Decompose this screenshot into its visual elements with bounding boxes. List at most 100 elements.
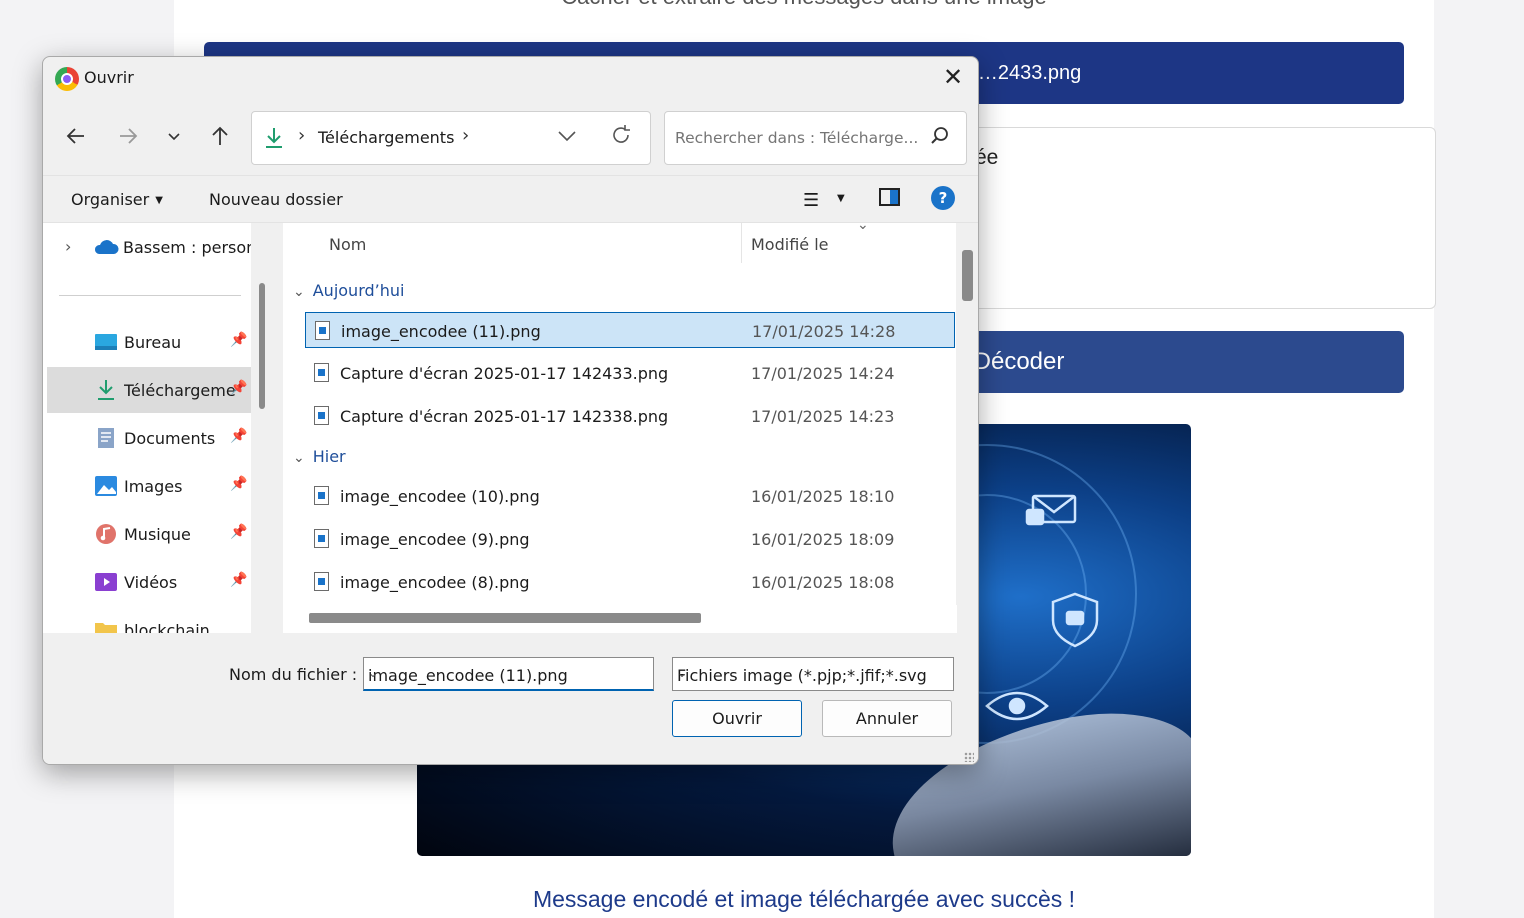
pin-icon[interactable]: 📌 <box>230 476 247 492</box>
vertical-scrollbar[interactable] <box>962 250 973 301</box>
music-icon <box>96 524 116 544</box>
sidebar-item-label: Documents <box>124 429 216 448</box>
file-row[interactable]: image_encodee (8).png 16/01/2025 18:08 <box>305 564 955 600</box>
forward-arrow-icon[interactable] <box>111 119 145 153</box>
page-subtitle: Cacher et extraire des messages dans une… <box>174 0 1434 10</box>
folder-icon <box>95 623 117 633</box>
file-button-label: d…2433.png <box>966 61 1082 84</box>
search-box[interactable] <box>664 111 967 165</box>
recent-locations-chevron-icon[interactable] <box>157 119 191 153</box>
desktop-icon <box>95 334 117 350</box>
up-arrow-icon[interactable] <box>203 119 237 153</box>
sidebar-item-documents[interactable]: Documents 📌 <box>47 415 251 461</box>
refresh-icon[interactable] <box>610 124 632 152</box>
image-file-icon <box>315 321 330 340</box>
search-icon[interactable] <box>930 126 950 150</box>
address-dropdown-icon[interactable] <box>557 128 577 147</box>
close-icon[interactable]: ✕ <box>940 65 966 91</box>
group-header-today[interactable]: ⌄ Aujourd’hui <box>293 281 404 300</box>
chevron-down-icon[interactable]: ⌄ <box>368 666 645 680</box>
sidebar-item-label: Musique <box>124 525 191 544</box>
group-label: Aujourd’hui <box>312 281 405 300</box>
chevron-down-icon[interactable]: ⌄ <box>677 666 927 680</box>
breadcrumb-chevron-icon[interactable]: › <box>462 125 469 146</box>
file-row[interactable]: image_encodee (11).png 17/01/2025 14:28 <box>305 312 955 348</box>
videos-icon <box>95 573 117 591</box>
file-row[interactable]: image_encodee (9).png 16/01/2025 18:09 <box>305 521 955 557</box>
chrome-icon <box>55 67 79 91</box>
sidebar-item-label: Bureau <box>124 333 182 352</box>
organize-label: Organiser <box>71 190 150 209</box>
view-options-caret-icon[interactable]: ▼ <box>837 193 845 204</box>
expand-chevron-icon[interactable]: › <box>65 237 71 256</box>
sidebar-item-onedrive[interactable]: › Bassem : person <box>43 233 275 263</box>
pin-icon[interactable]: 📌 <box>230 380 247 396</box>
download-icon <box>98 380 114 400</box>
cancel-button[interactable]: Annuler <box>822 700 952 737</box>
sidebar-item-label: blockchain <box>124 621 210 633</box>
column-header-modified[interactable]: Modifié le <box>751 235 829 254</box>
cloud-icon <box>94 240 119 254</box>
file-row[interactable]: image_encodee (10).png 16/01/2025 18:10 <box>305 478 955 514</box>
horizontal-scrollbar[interactable] <box>309 613 701 623</box>
file-row[interactable]: Capture d'écran 2025-01-17 142338.png 17… <box>305 398 955 434</box>
column-separator[interactable] <box>741 223 742 263</box>
file-date: 16/01/2025 18:10 <box>751 487 895 506</box>
file-date: 17/01/2025 14:23 <box>751 407 895 426</box>
file-date: 16/01/2025 18:09 <box>751 530 895 549</box>
documents-icon <box>98 428 114 448</box>
column-header-name[interactable]: Nom <box>329 235 366 254</box>
file-row[interactable]: Capture d'écran 2025-01-17 142433.png 17… <box>305 355 955 391</box>
decode-button-label: Décoder <box>973 348 1065 375</box>
file-date: 17/01/2025 14:24 <box>751 364 895 383</box>
sidebar-item-pictures[interactable]: Images 📌 <box>47 463 251 509</box>
collapse-chevron-icon: ⌄ <box>293 450 305 466</box>
file-name: Capture d'écran 2025-01-17 142433.png <box>340 364 669 383</box>
dialog-titlebar[interactable]: Ouvrir ✕ <box>43 57 978 101</box>
sidebar-item-videos[interactable]: Vidéos 📌 <box>47 559 251 605</box>
image-file-icon <box>314 486 329 505</box>
resize-grip-icon[interactable] <box>964 752 974 762</box>
pin-icon[interactable]: 📌 <box>230 332 247 348</box>
organize-menu[interactable]: Organiser ▼ <box>71 190 163 209</box>
pin-icon[interactable]: 📌 <box>230 524 247 540</box>
sort-chevron-icon: ⌄ <box>857 223 869 233</box>
breadcrumb[interactable]: Téléchargements <box>318 128 454 147</box>
filetype-select[interactable]: Fichiers image (*.pjp;*.jfif;*.svgz ⌄ <box>672 657 954 691</box>
pictures-icon <box>95 476 117 496</box>
preview-pane-icon[interactable] <box>879 188 900 206</box>
file-name: Capture d'écran 2025-01-17 142338.png <box>340 407 669 426</box>
caret-down-icon: ▼ <box>155 195 163 206</box>
file-name: image_encodee (11).png <box>341 322 541 341</box>
view-list-icon[interactable]: ☰ <box>803 190 819 211</box>
open-file-dialog: Ouvrir ✕ › Téléchargements › Rechercher … <box>42 56 979 765</box>
navigation-bar: › Téléchargements › <box>43 107 978 167</box>
image-file-icon <box>314 406 329 425</box>
open-button[interactable]: Ouvrir <box>672 700 802 737</box>
file-name: image_encodee (10).png <box>340 487 540 506</box>
help-icon[interactable]: ? <box>931 186 955 210</box>
dialog-title: Ouvrir <box>84 68 134 87</box>
file-name: image_encodee (9).png <box>340 530 530 549</box>
sidebar-divider <box>59 295 241 296</box>
navigation-pane: › Bassem : person Bureau 📌 Téléchargemen… <box>43 223 275 633</box>
file-date: 17/01/2025 14:28 <box>752 322 896 341</box>
sidebar-item-label: Bassem : person <box>123 238 257 257</box>
pin-icon[interactable]: 📌 <box>230 572 247 588</box>
sidebar-item-desktop[interactable]: Bureau 📌 <box>47 319 251 365</box>
new-folder-button[interactable]: Nouveau dossier <box>209 190 343 209</box>
filename-field[interactable]: image_encodee (11).png ⌄ <box>363 657 654 691</box>
group-label: Hier <box>312 447 346 466</box>
pin-icon[interactable]: 📌 <box>230 428 247 444</box>
sidebar-scrollbar[interactable] <box>259 283 265 409</box>
sidebar-item-label: Images <box>124 477 183 496</box>
sidebar-item-music[interactable]: Musique 📌 <box>47 511 251 557</box>
back-arrow-icon[interactable] <box>59 119 93 153</box>
search-input[interactable] <box>675 126 925 150</box>
filename-label: Nom du fichier : <box>229 665 358 684</box>
group-header-yesterday[interactable]: ⌄ Hier <box>293 447 346 466</box>
file-name: image_encodee (8).png <box>340 573 530 592</box>
address-bar[interactable]: › Téléchargements › <box>251 111 651 165</box>
sidebar-item-downloads[interactable]: Téléchargements 📌 <box>47 367 251 413</box>
sidebar-item-blockchain[interactable]: blockchain <box>47 607 251 633</box>
